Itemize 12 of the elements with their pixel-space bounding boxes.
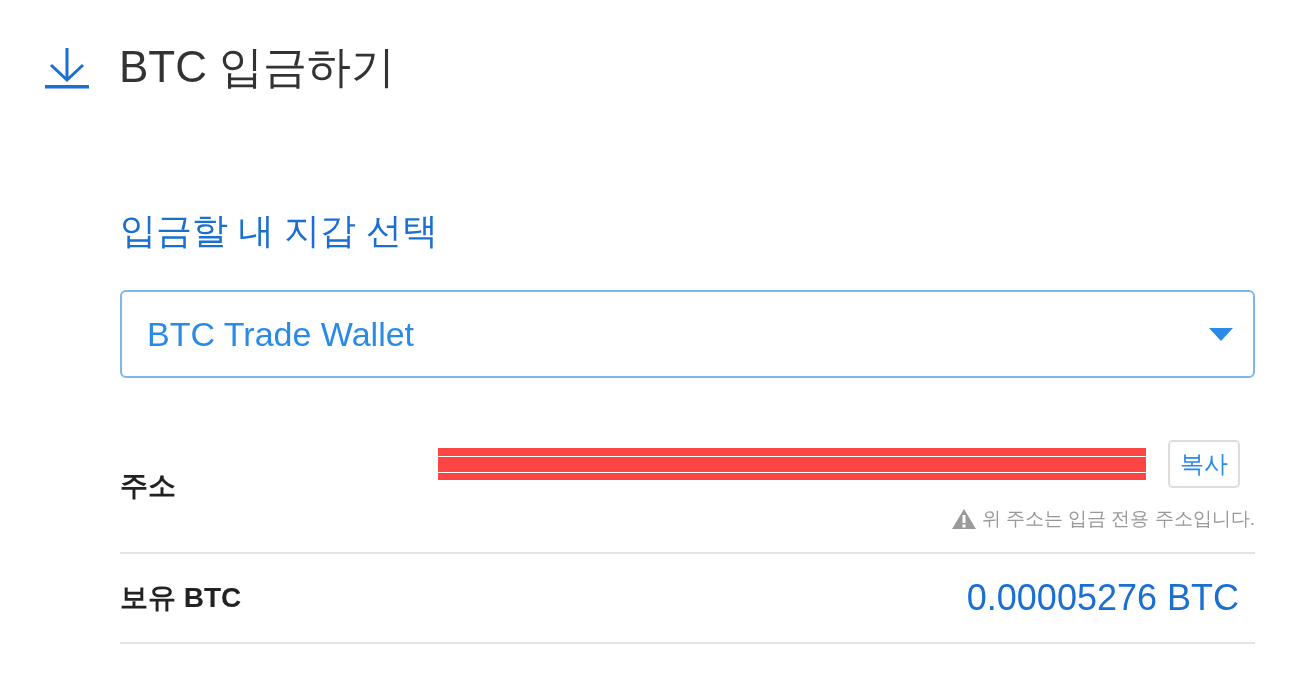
wallet-dropdown[interactable]: BTC Trade Wallet (120, 290, 1255, 378)
row-label: 보유 BTC (120, 581, 242, 615)
copy-button[interactable]: 복사 (1168, 440, 1240, 488)
download-icon (43, 45, 91, 90)
balance-value: 0.00005276 BTC (966, 577, 1239, 619)
row-label: 주소 (120, 469, 176, 503)
page-title: BTC 입금하기 (119, 41, 396, 93)
section-label: 입금할 내 지갑 선택 (120, 209, 439, 253)
dropdown-value: BTC Trade Wallet (147, 314, 415, 354)
caret-icon (1209, 327, 1233, 341)
warning-icon (950, 508, 977, 530)
address-note: 위 주소는 입금 전용 주소입니다. (981, 507, 1255, 531)
